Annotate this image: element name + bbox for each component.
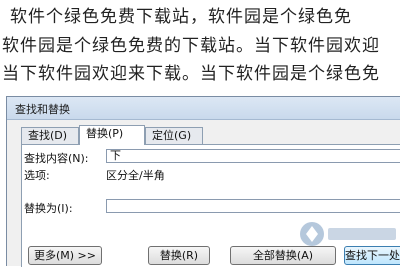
find-what-input[interactable]: 下 — [106, 149, 400, 163]
options-label: 选项: — [24, 169, 50, 182]
document-line: 软件个绿色免费下载站，软件园是个绿色免 — [10, 7, 352, 27]
document-area: 软件个绿色免费下载站，软件园是个绿色免 软件园是个绿色免费的下载站。当下软件园欢… — [0, 0, 400, 96]
dialog-titlebar[interactable]: 查找和替换 — [7, 97, 400, 120]
document-line: 当下软件园欢迎来下载。当下软件园是个绿色免 — [2, 64, 380, 84]
replace-button[interactable]: 替换(R) — [148, 246, 210, 265]
replace-with-label: 替换为(I): — [24, 202, 73, 215]
dialog-title: 查找和替换 — [15, 103, 70, 116]
tab-find[interactable]: 查找(D) — [21, 127, 79, 144]
tab-replace[interactable]: 替换(P) — [79, 125, 145, 145]
document-line: 软件园是个绿色免费的下载站。当下软件园欢迎 — [2, 36, 380, 56]
more-button[interactable]: 更多(M) >> — [28, 246, 102, 265]
replace-with-input[interactable] — [106, 199, 400, 213]
find-what-label: 查找内容(N): — [24, 152, 89, 165]
watermark-logo — [300, 222, 396, 246]
options-value: 区分全/半角 — [106, 169, 165, 182]
tab-goto[interactable]: 定位(G) — [145, 127, 203, 144]
